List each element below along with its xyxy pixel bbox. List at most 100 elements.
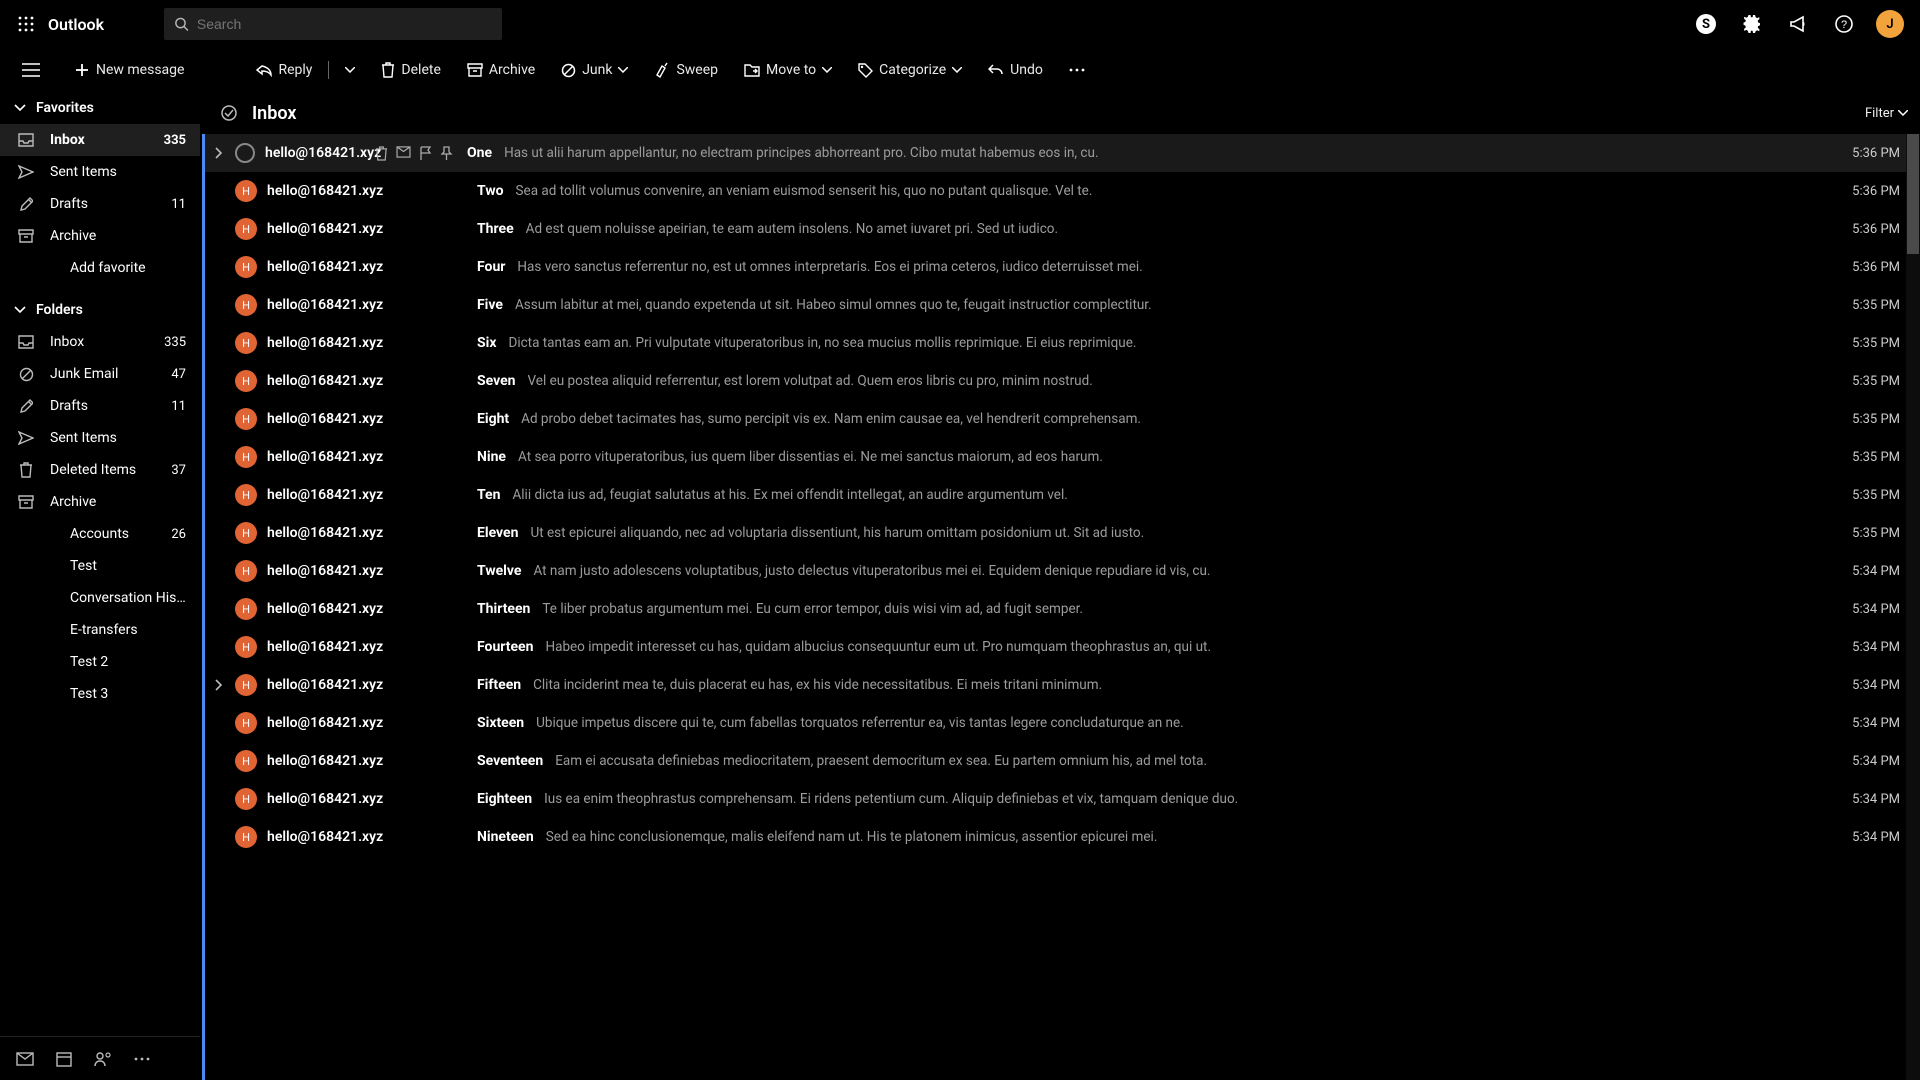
nav-item-folders-3[interactable]: Sent Items [0, 422, 200, 454]
categorize-button[interactable]: Categorize [848, 56, 972, 84]
message-preview: Has vero sanctus referrentur no, est ut … [517, 259, 1840, 275]
delete-button[interactable]: Delete [371, 56, 450, 84]
archive-button[interactable]: Archive [457, 56, 545, 84]
people-module-icon[interactable] [94, 1051, 112, 1067]
nav-item-favorites-0[interactable]: Inbox335 [0, 124, 200, 156]
nav-item-folders-0[interactable]: Inbox335 [0, 326, 200, 358]
more-actions-button[interactable] [1059, 62, 1095, 78]
new-message-button[interactable]: New message [64, 56, 194, 84]
message-time: 5:34 PM [1852, 716, 1900, 731]
announcements-icon[interactable] [1782, 8, 1814, 40]
sender-avatar: H [235, 294, 257, 316]
skype-icon[interactable]: S [1690, 8, 1722, 40]
select-all-icon[interactable] [220, 104, 238, 122]
user-avatar[interactable]: J [1874, 8, 1906, 40]
message-subject: Nine [477, 449, 506, 465]
message-select-circle[interactable] [235, 143, 255, 163]
message-row[interactable]: hello@168421.xyzOneHas ut alii harum app… [205, 134, 1920, 172]
settings-icon[interactable] [1736, 8, 1768, 40]
scrollbar-thumb[interactable] [1907, 134, 1919, 254]
message-row[interactable]: Hhello@168421.xyzFourteenHabeo impedit i… [205, 628, 1920, 666]
message-time: 5:36 PM [1852, 184, 1900, 199]
nav-section-folders[interactable]: Folders [0, 294, 200, 326]
nav-item-folders-11[interactable]: Test 3 [0, 678, 200, 710]
reply-dropdown[interactable] [335, 61, 365, 79]
message-row[interactable]: Hhello@168421.xyzNineteenSed ea hinc con… [205, 818, 1920, 856]
message-row[interactable]: Hhello@168421.xyzEighteenIus ea enim the… [205, 780, 1920, 818]
sender-avatar: H [235, 446, 257, 468]
row-pin-icon[interactable] [440, 146, 453, 161]
reply-button[interactable]: Reply [246, 56, 322, 84]
nav-item-label: Conversation Hist… [70, 590, 186, 606]
search-input[interactable] [197, 16, 492, 32]
archive-icon [16, 229, 36, 243]
message-from: hello@168421.xyz [267, 677, 477, 693]
message-row[interactable]: Hhello@168421.xyzSixteenUbique impetus d… [205, 704, 1920, 742]
message-row[interactable]: Hhello@168421.xyzFourHas vero sanctus re… [205, 248, 1920, 286]
message-row[interactable]: Hhello@168421.xyzNineAt sea porro vitupe… [205, 438, 1920, 476]
message-row[interactable]: Hhello@168421.xyzTwelveAt nam justo adol… [205, 552, 1920, 590]
nav-item-folders-9[interactable]: E-transfers [0, 614, 200, 646]
nav-item-favorites-3[interactable]: Archive [0, 220, 200, 252]
message-row[interactable]: Hhello@168421.xyzFifteenClita inciderint… [205, 666, 1920, 704]
message-from: hello@168421.xyz [265, 145, 375, 161]
nav-item-label: Junk Email [50, 366, 171, 382]
sender-avatar: H [235, 750, 257, 772]
nav-item-folders-6[interactable]: Accounts26 [0, 518, 200, 550]
scrollbar-track[interactable] [1906, 134, 1920, 1080]
nav-item-folders-1[interactable]: Junk Email47 [0, 358, 200, 390]
message-from: hello@168421.xyz [267, 221, 477, 237]
sent-icon [16, 431, 36, 445]
nav-item-favorites-2[interactable]: Drafts11 [0, 188, 200, 220]
row-read-icon[interactable] [396, 146, 411, 161]
chevron-down-icon [14, 104, 26, 112]
message-row[interactable]: Hhello@168421.xyzTenAlii dicta ius ad, f… [205, 476, 1920, 514]
mail-module-icon[interactable] [16, 1052, 34, 1066]
message-row[interactable]: Hhello@168421.xyzSeventeenEam ei accusat… [205, 742, 1920, 780]
new-message-label: New message [96, 62, 184, 78]
row-flag-icon[interactable] [419, 146, 432, 161]
app-launcher-icon[interactable] [10, 8, 42, 40]
move-to-button[interactable]: Move to [734, 56, 842, 84]
nav-item-folders-2[interactable]: Drafts11 [0, 390, 200, 422]
help-icon[interactable]: ? [1828, 8, 1860, 40]
nav-item-folders-8[interactable]: Conversation Hist… [0, 582, 200, 614]
message-row[interactable]: Hhello@168421.xyzThirteenTe liber probat… [205, 590, 1920, 628]
message-from: hello@168421.xyz [267, 563, 477, 579]
nav-item-folders-4[interactable]: Deleted Items37 [0, 454, 200, 486]
message-row[interactable]: Hhello@168421.xyzEightAd probo debet tac… [205, 400, 1920, 438]
folder-title: Inbox [252, 103, 296, 124]
message-row[interactable]: Hhello@168421.xyzThreeAd est quem noluis… [205, 210, 1920, 248]
nav-item-folders-10[interactable]: Test 2 [0, 646, 200, 678]
nav-toggle-button[interactable] [12, 57, 50, 83]
sweep-button[interactable]: Sweep [644, 56, 728, 84]
filter-button[interactable]: Filter [1865, 106, 1908, 121]
message-row[interactable]: Hhello@168421.xyzTwoSea ad tollit volumu… [205, 172, 1920, 210]
nav-footer-more-icon[interactable] [134, 1057, 150, 1061]
nav-section-favorites[interactable]: Favorites [0, 92, 200, 124]
calendar-module-icon[interactable] [56, 1051, 72, 1067]
nav-item-folders-5[interactable]: Archive [0, 486, 200, 518]
row-delete-icon[interactable] [375, 146, 388, 161]
nav-item-favorites-1[interactable]: Sent Items [0, 156, 200, 188]
message-row[interactable]: Hhello@168421.xyzElevenUt est epicurei a… [205, 514, 1920, 552]
nav-item-favorites-4[interactable]: Add favorite [0, 252, 200, 284]
search-box[interactable] [164, 8, 502, 40]
drafts-icon [16, 196, 36, 212]
message-list[interactable]: hello@168421.xyzOneHas ut alii harum app… [202, 134, 1920, 1080]
message-row[interactable]: Hhello@168421.xyzSixDicta tantas eam an.… [205, 324, 1920, 362]
sender-avatar: H [235, 712, 257, 734]
message-subject: Two [477, 183, 504, 199]
nav-item-label: Drafts [50, 196, 171, 212]
nav-item-count: 335 [164, 133, 186, 148]
message-row[interactable]: Hhello@168421.xyzFiveAssum labitur at me… [205, 286, 1920, 324]
nav-item-folders-7[interactable]: Test [0, 550, 200, 582]
thread-expand-icon[interactable] [205, 679, 233, 691]
junk-button[interactable]: Junk [551, 56, 638, 84]
message-row[interactable]: Hhello@168421.xyzSevenVel eu postea aliq… [205, 362, 1920, 400]
undo-button[interactable]: Undo [978, 56, 1053, 84]
nav-item-count: 11 [171, 197, 186, 212]
message-from: hello@168421.xyz [267, 297, 477, 313]
thread-expand-icon[interactable] [205, 147, 233, 159]
message-subject: Eight [477, 411, 509, 427]
